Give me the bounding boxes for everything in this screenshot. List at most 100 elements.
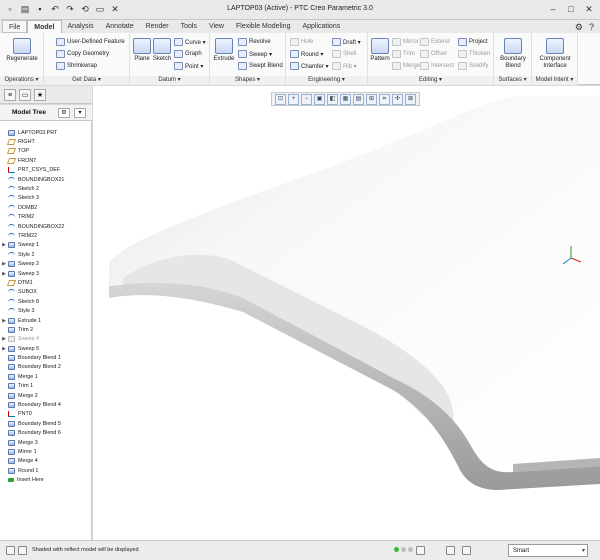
tree-item[interactable]: Merge 3 xyxy=(0,438,91,447)
tree-item[interactable]: SUBOX xyxy=(0,288,91,297)
expand-arrow-icon[interactable]: ▶ xyxy=(0,261,8,267)
display-style-icon[interactable]: ◧ xyxy=(327,94,338,105)
tree-item[interactable]: PNT0 xyxy=(0,410,91,419)
swept-blend-button[interactable]: Swept Blend xyxy=(238,62,283,70)
tree-item[interactable]: Merge 4 xyxy=(0,457,91,466)
tree-item[interactable]: ▶ Sweep 4 xyxy=(0,335,91,344)
tree-item[interactable]: Boundary Blend 6 xyxy=(0,429,91,438)
extend-button[interactable]: Extend xyxy=(420,38,450,46)
pattern-button[interactable]: Pattern xyxy=(368,38,392,63)
tree-item[interactable]: Merge 2 xyxy=(0,391,91,400)
tree-item[interactable]: BOUNDINGBOX22 xyxy=(0,222,91,231)
point-button[interactable]: Point ▾ xyxy=(174,62,203,70)
tab-model[interactable]: Model xyxy=(27,20,62,33)
tree-item[interactable]: ▶ Sweep 5 xyxy=(0,344,91,353)
tree-item[interactable]: DTM1 xyxy=(0,278,91,287)
chamfer-button[interactable]: Chamfer ▾ xyxy=(290,62,329,70)
tree-item[interactable]: ▶ Extrude 1 xyxy=(0,316,91,325)
expand-arrow-icon[interactable]: ▶ xyxy=(0,318,8,324)
component-interface-button[interactable]: Component Interface xyxy=(534,38,576,70)
maximize-icon[interactable]: □ xyxy=(564,3,578,15)
user-defined-feature-button[interactable]: User-Defined Feature xyxy=(56,38,125,46)
tree-show-icon[interactable]: ▾ xyxy=(74,108,86,118)
sketch-button[interactable]: Sketch xyxy=(152,38,172,63)
settings-icon[interactable]: ⚙ xyxy=(575,22,583,33)
model-tree-tab-icon[interactable]: ≡ xyxy=(4,89,16,101)
intersect-button[interactable]: Intersect xyxy=(420,62,454,70)
message-log-icon[interactable] xyxy=(6,546,15,555)
tab-flexible-modeling[interactable]: Flexible Modeling xyxy=(230,20,296,33)
tree-item[interactable]: Round 1 xyxy=(0,466,91,475)
zoom-in-icon[interactable]: + xyxy=(288,94,299,105)
tree-item[interactable]: ▶ Sweep 1 xyxy=(0,241,91,250)
merge-button[interactable]: Merge xyxy=(392,62,420,70)
tree-item[interactable]: Style 3 xyxy=(0,306,91,315)
tree-item[interactable]: Boundary Blend 5 xyxy=(0,419,91,428)
graph-button[interactable]: Graph xyxy=(174,50,202,58)
copy-geometry-button[interactable]: Copy Geometry xyxy=(56,50,109,58)
datum-display-icon[interactable]: ⊞ xyxy=(366,94,377,105)
draft-button[interactable]: Draft ▾ xyxy=(332,38,361,46)
tab-annotate[interactable]: Annotate xyxy=(100,20,140,33)
tree-item[interactable]: TOP xyxy=(0,147,91,156)
tab-tools[interactable]: Tools xyxy=(175,20,203,33)
spin-center-icon[interactable]: ✣ xyxy=(392,94,403,105)
plane-button[interactable]: Plane xyxy=(132,38,152,63)
minimize-icon[interactable]: – xyxy=(546,3,560,15)
zoom-out-icon[interactable]: − xyxy=(301,94,312,105)
graphics-area[interactable]: ⊡ + − ▣ ◧ ▦ ▤ ⊞ ⌗ ✣ ⊠ xyxy=(93,86,600,540)
tree-item[interactable]: PRT_CSYS_DEF xyxy=(0,166,91,175)
project-button[interactable]: Project xyxy=(458,38,488,46)
saved-orientations-icon[interactable]: ▦ xyxy=(340,94,351,105)
expand-arrow-icon[interactable]: ▶ xyxy=(0,242,8,248)
tree-item[interactable]: ▶ Sweep 3 xyxy=(0,269,91,278)
repaint-icon[interactable]: ▣ xyxy=(314,94,325,105)
boundary-blend-button[interactable]: Boundary Blend xyxy=(496,38,530,70)
tree-item[interactable]: Mirror 1 xyxy=(0,447,91,456)
curve-button[interactable]: Curve ▾ xyxy=(174,38,206,46)
round-button[interactable]: Round ▾ xyxy=(290,50,323,58)
favorites-icon[interactable]: ★ xyxy=(34,89,46,101)
tree-item[interactable]: Boundary Blend 4 xyxy=(0,400,91,409)
close-icon[interactable]: ✕ xyxy=(582,3,596,15)
selection-icon[interactable] xyxy=(462,546,471,555)
revolve-button[interactable]: Revolve xyxy=(238,38,271,46)
view-manager-icon[interactable]: ▤ xyxy=(353,94,364,105)
tree-item[interactable]: Style 2 xyxy=(0,250,91,259)
mirror-button[interactable]: Mirror xyxy=(392,38,419,46)
perspective-icon[interactable]: ⊠ xyxy=(405,94,416,105)
sweep-button[interactable]: Sweep ▾ xyxy=(238,50,272,58)
flag-icon[interactable] xyxy=(416,546,425,555)
tree-item[interactable]: ▶ Sweep 2 xyxy=(0,259,91,268)
tree-item[interactable]: Sketch 8 xyxy=(0,297,91,306)
tab-render[interactable]: Render xyxy=(140,20,175,33)
tree-item[interactable]: Trim 1 xyxy=(0,382,91,391)
tree-item[interactable]: Boundary Blend 1 xyxy=(0,353,91,362)
shell-button[interactable]: Shell xyxy=(332,50,356,58)
rib-button[interactable]: Rib ▾ xyxy=(332,62,357,70)
annotation-display-icon[interactable]: ⌗ xyxy=(379,94,390,105)
tree-settings-icon[interactable]: ⚙ xyxy=(58,108,70,118)
tree-item[interactable]: Sketch 3 xyxy=(0,194,91,203)
selection-filter[interactable]: Smart ▾ xyxy=(508,544,588,557)
regenerate-button[interactable]: Regenerate xyxy=(5,38,39,63)
tree-item[interactable]: BOUNDINGBOX21 xyxy=(0,175,91,184)
tree-item[interactable]: FRONT xyxy=(0,156,91,165)
shrinkwrap-button[interactable]: Shrinkwrap xyxy=(56,62,97,70)
offset-button[interactable]: Offset xyxy=(420,50,447,58)
tree-item[interactable]: TRIM22 xyxy=(0,231,91,240)
tree-item[interactable]: RIGHT xyxy=(0,137,91,146)
expand-arrow-icon[interactable]: ▶ xyxy=(0,336,8,342)
hole-button[interactable]: Hole xyxy=(290,38,313,46)
tree-item[interactable]: Sketch 2 xyxy=(0,184,91,193)
tab-applications[interactable]: Applications xyxy=(296,20,346,33)
tree-item[interactable]: TRIM2 xyxy=(0,213,91,222)
browser-toggle-icon[interactable] xyxy=(18,546,27,555)
trim-button[interactable]: Trim xyxy=(392,50,415,58)
folder-browser-icon[interactable]: ▭ xyxy=(19,89,31,101)
tree-item[interactable]: Merge 1 xyxy=(0,372,91,381)
refit-icon[interactable]: ⊡ xyxy=(275,94,286,105)
expand-arrow-icon[interactable]: ▶ xyxy=(0,271,8,277)
solidify-button[interactable]: Solidify xyxy=(458,62,488,70)
help-icon[interactable]: ? xyxy=(589,22,594,33)
